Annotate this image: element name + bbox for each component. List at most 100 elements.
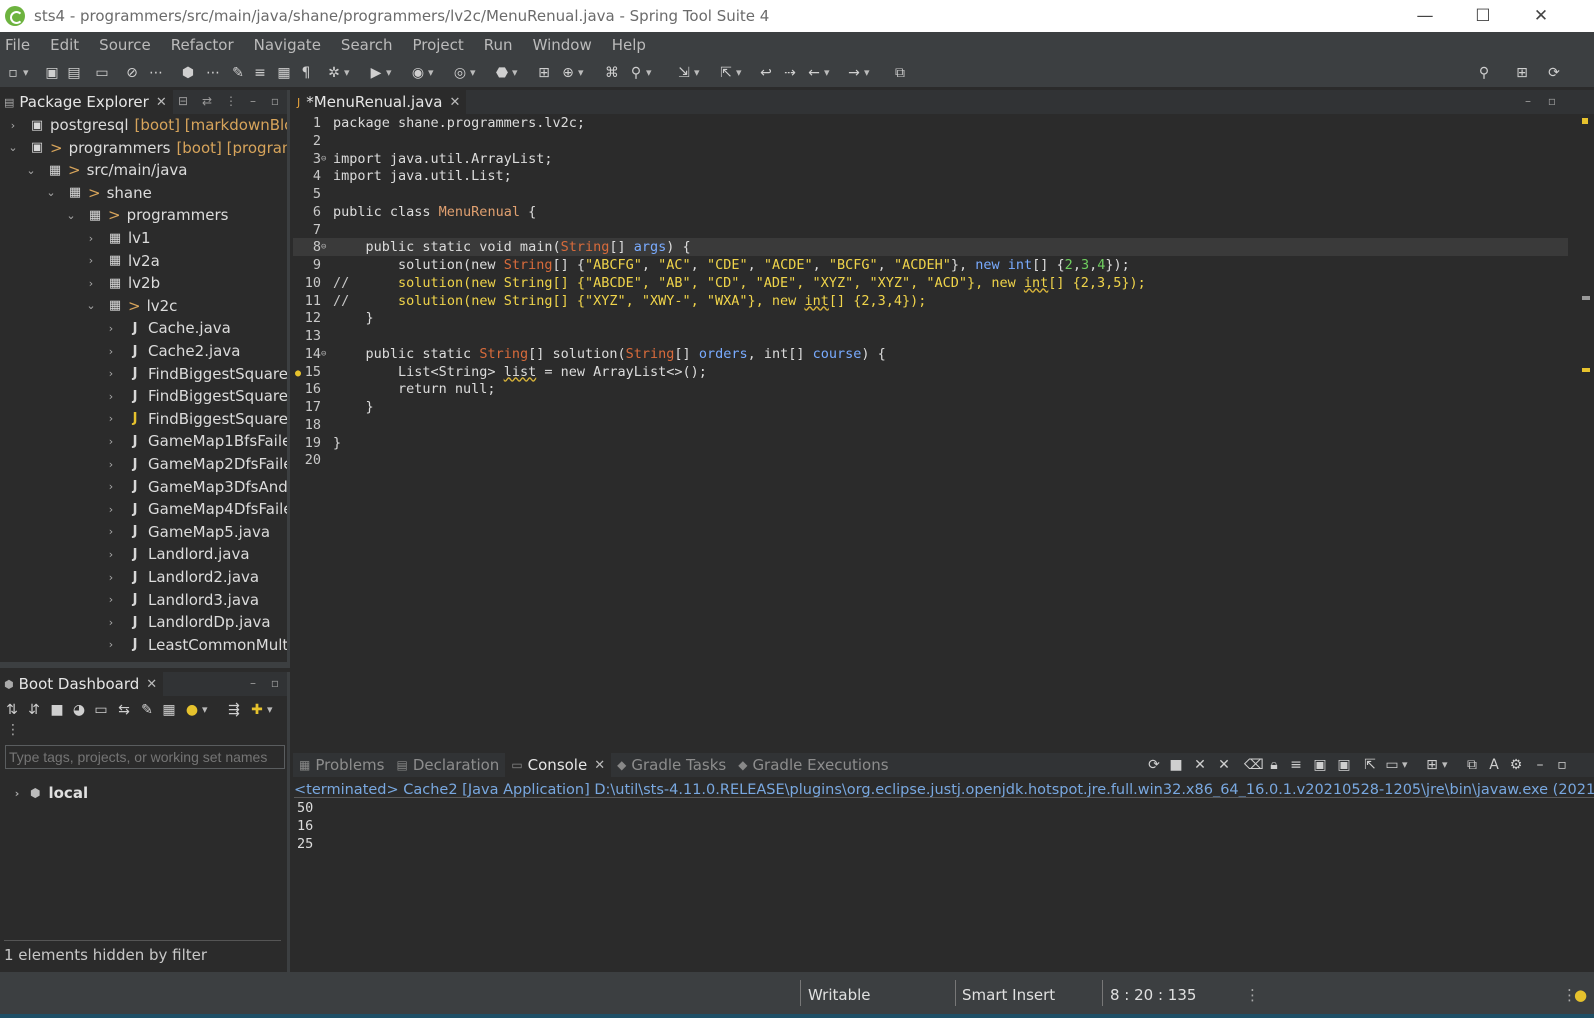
code-line[interactable]: 9 solution(new String[] {"ABCFG", "AC", … <box>293 256 1568 274</box>
minimize-view-icon[interactable]: – <box>246 676 260 690</box>
chevron-right-icon[interactable]: › <box>84 232 98 245</box>
tree-item[interactable]: ⌄ ▦ > shane <box>44 182 151 204</box>
font-icon[interactable]: A <box>1486 757 1502 773</box>
run-icon[interactable]: ▶ <box>368 65 392 81</box>
prev-annotation-icon[interactable]: ⇱ <box>718 65 741 81</box>
refresh-icon[interactable]: ⟳ <box>1146 757 1162 773</box>
chevron-right-icon[interactable]: › <box>104 322 118 335</box>
show-stderr-icon[interactable]: ▣ <box>1336 757 1352 773</box>
code-line[interactable]: 4 import java.util.List; <box>293 167 1568 185</box>
remove-launch-icon[interactable]: ✕ <box>1192 757 1208 773</box>
filter-input[interactable] <box>5 745 285 769</box>
chevron-right-icon[interactable]: › <box>104 616 118 629</box>
menu-search[interactable]: Search <box>336 36 406 54</box>
tree-item[interactable]: › ▦ lv2b <box>84 272 160 294</box>
tree-item[interactable]: › J FindBiggestSquare.jav <box>104 363 287 385</box>
chevron-right-icon[interactable]: › <box>104 571 118 584</box>
stop-icon[interactable]: ⬢ <box>180 65 196 81</box>
maximize-view-icon[interactable]: ▫ <box>268 94 282 108</box>
code-line[interactable]: 7 <box>293 221 1568 239</box>
code-line[interactable]: 16 return null; <box>293 380 1568 398</box>
tree-item[interactable]: › J GameMap1BfsFailed.j <box>104 430 287 452</box>
save-all-icon[interactable]: ▤ <box>66 65 82 81</box>
tree-item[interactable]: › J LeastCommonMultipl <box>104 634 287 656</box>
close-window-button[interactable]: ✕ <box>1512 0 1570 32</box>
pin-icon[interactable]: ⇢ <box>782 65 798 81</box>
tab-menurenual-java[interactable]: J *MenuRenual.java ✕ <box>293 90 467 114</box>
local-target[interactable]: › ⬢ local <box>10 784 88 802</box>
console-icon[interactable]: ▭ <box>93 702 109 718</box>
open-console-icon[interactable]: ⊞ <box>1424 757 1447 773</box>
terminate-icon[interactable]: ■ <box>1168 757 1184 773</box>
chevron-right-icon[interactable]: › <box>104 548 118 561</box>
tab-declaration[interactable]: ▤ Declaration <box>390 753 505 777</box>
close-icon[interactable]: ✕ <box>156 95 167 110</box>
menu-navigate[interactable]: Navigate <box>249 36 334 54</box>
code-line[interactable]: 18 <box>293 416 1568 434</box>
chevron-right-icon[interactable]: › <box>6 119 20 132</box>
save-icon[interactable]: ▣ <box>44 65 60 81</box>
code-line[interactable]: 12 } <box>293 309 1568 327</box>
tree-item[interactable]: › ▦ lv2a <box>84 250 160 272</box>
chevron-right-icon[interactable]: › <box>104 367 118 380</box>
fold-toggle-icon[interactable]: ⊖ <box>321 345 329 363</box>
tree-item[interactable]: › J Landlord2.java <box>104 566 259 588</box>
maximize-view-icon[interactable]: ▫ <box>1545 94 1559 108</box>
clear-console-icon[interactable]: ⌫ <box>1244 757 1264 773</box>
code-line[interactable]: 8 ⊖ public static void main(String[] args… <box>293 238 1568 257</box>
tree-item[interactable]: › J Cache.java <box>104 317 231 339</box>
code-line[interactable]: 17 } <box>293 398 1568 416</box>
tree-item[interactable]: › J GameMap4DfsFailed. <box>104 498 287 520</box>
scroll-lock-icon[interactable]: 🔒︎ <box>1266 757 1282 773</box>
close-icon[interactable]: ✕ <box>449 95 460 110</box>
menu-edit[interactable]: Edit <box>45 36 92 54</box>
chevron-right-icon[interactable]: › <box>104 435 118 448</box>
overview-marker[interactable] <box>1582 118 1588 124</box>
copy-icon[interactable]: ⧉ <box>1464 757 1480 773</box>
tree-item[interactable]: › J GameMap3DfsAndDp <box>104 476 287 498</box>
tree-item[interactable]: › ▣ postgresql [boot] [markdownBlog m <box>6 114 287 136</box>
chevron-down-icon[interactable]: ⌄ <box>44 186 58 199</box>
chevron-right-icon[interactable]: › <box>104 390 118 403</box>
chevron-right-icon[interactable]: › <box>104 458 118 471</box>
tree-item[interactable]: › J GameMap5.java <box>104 521 270 543</box>
refresh-icon[interactable]: ⇆ <box>116 702 132 718</box>
chevron-right-icon[interactable]: › <box>104 480 118 493</box>
tree-item[interactable]: › J GameMap2DfsFailed. <box>104 453 287 475</box>
code-editor[interactable]: 1 package shane.programmers.lv2c; 2 3 ⊖ impor… <box>293 114 1594 750</box>
menu-source[interactable]: Source <box>94 36 164 54</box>
minimize-button[interactable]: — <box>1396 0 1454 32</box>
chevron-right-icon[interactable]: › <box>104 593 118 606</box>
fold-toggle-icon[interactable]: ⊖ <box>321 150 329 168</box>
menu-file[interactable]: File <box>0 36 43 54</box>
chevron-right-icon[interactable]: › <box>10 787 24 800</box>
settings-icon[interactable]: ⚙ <box>1508 757 1524 773</box>
step-over-icon[interactable]: ⋯ <box>205 65 221 81</box>
pencil-icon[interactable]: ✎ <box>230 65 246 81</box>
code-line[interactable]: 2 <box>293 132 1568 150</box>
new-class-icon[interactable]: ⊕ <box>560 65 583 81</box>
menu-run[interactable]: Run <box>479 36 526 54</box>
maximize-editor-icon[interactable]: ⧉ <box>892 65 908 81</box>
open-type-icon[interactable]: ⌘ <box>604 65 620 81</box>
chevron-right-icon[interactable]: › <box>104 638 118 651</box>
tab-boot-dashboard[interactable]: ⬢ Boot Dashboard ✕ <box>0 672 164 696</box>
skip-breakpoints-icon[interactable]: ⊘ <box>124 65 140 81</box>
menu-project[interactable]: Project <box>407 36 476 54</box>
tree-item[interactable]: › J Cache2.java <box>104 340 241 362</box>
chevron-right-icon[interactable]: › <box>84 277 98 290</box>
chevron-right-icon[interactable]: › <box>104 345 118 358</box>
chevron-down-icon[interactable]: ⌄ <box>6 141 20 154</box>
expose-icon[interactable]: ⇶ <box>226 702 242 718</box>
code-line[interactable]: 3 ⊖ import java.util.ArrayList; <box>293 150 1568 168</box>
link-editor-icon[interactable]: ⇄ <box>200 94 214 108</box>
code-line[interactable]: 5 <box>293 185 1568 203</box>
maximize-view-icon[interactable]: ▫ <box>1554 757 1570 773</box>
code-line[interactable]: 13 <box>293 327 1568 345</box>
tab-package-explorer[interactable]: ▤ Package Explorer ✕ <box>0 90 173 114</box>
tree-item[interactable]: ⌄ ▦ > programmers <box>64 204 228 226</box>
code-line[interactable]: 1 package shane.programmers.lv2c; <box>293 114 1568 132</box>
code-line[interactable]: 20 <box>293 451 1568 469</box>
debug-start-icon[interactable]: ⇵ <box>26 702 42 718</box>
close-icon[interactable]: ✕ <box>146 677 157 692</box>
